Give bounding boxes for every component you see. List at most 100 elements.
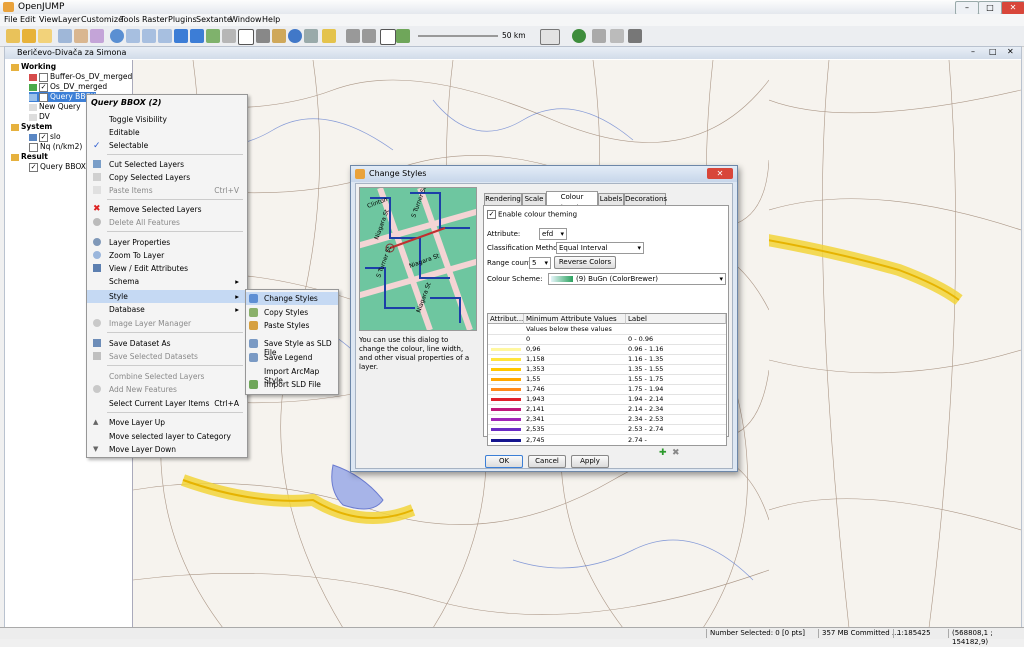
task-minimize-button[interactable]: – <box>971 47 975 56</box>
menu-item-image-layer-manager[interactable]: Image Layer Manager <box>87 317 247 330</box>
submenu-item-copy-styles[interactable]: Copy Styles <box>246 306 338 319</box>
select-arrow-icon[interactable] <box>238 29 254 45</box>
class-color-swatch[interactable] <box>491 368 521 371</box>
class-color-swatch[interactable] <box>491 408 521 411</box>
submenu-item-import-sld[interactable]: Import SLD File <box>246 378 338 391</box>
layer-checkbox[interactable]: ✓ <box>39 82 48 92</box>
submenu-item-save-sld[interactable]: Save Style as SLD File <box>246 337 338 357</box>
category-result[interactable]: Result <box>11 152 48 161</box>
table-row[interactable]: 2,141 2.14 - 2.34 <box>488 405 726 415</box>
globe-icon[interactable] <box>110 29 124 43</box>
menu-item-editable[interactable]: Editable <box>87 126 247 139</box>
ruler-icon[interactable] <box>322 29 336 43</box>
tab-colour-theming[interactable]: Colour Theming <box>546 191 598 212</box>
edit-toolbox-icon[interactable] <box>222 29 236 43</box>
zoom-previous-icon[interactable] <box>90 29 104 43</box>
zoom-icon[interactable] <box>58 29 72 43</box>
colour-scheme-dropdown[interactable]: (9) BuGn (ColorBrewer) ▾ <box>548 273 726 285</box>
info-icon[interactable] <box>288 29 302 43</box>
table-row[interactable]: 1,55 1.55 - 1.75 <box>488 375 726 385</box>
arrow-left-icon[interactable] <box>174 29 188 43</box>
menu-raster[interactable]: Raster <box>142 15 168 24</box>
menu-item-zoom-to-layer[interactable]: Zoom To Layer <box>87 249 247 262</box>
unit-dropdown[interactable] <box>540 29 560 45</box>
layer-checkbox[interactable]: ✓ <box>39 132 48 142</box>
class-color-swatch[interactable] <box>491 358 521 361</box>
menu-item-cut-layers[interactable]: Cut Selected Layers <box>87 158 247 171</box>
menu-file[interactable]: File <box>4 15 17 24</box>
print-icon[interactable] <box>592 29 606 43</box>
layer-checkbox[interactable]: ✓ <box>39 92 48 102</box>
pan-hand-icon[interactable] <box>74 29 88 43</box>
attribute-dropdown[interactable]: efd ▾ <box>539 228 567 240</box>
enable-theming-checkbox[interactable]: ✓ Enable colour theming <box>487 210 577 219</box>
open-folder-icon[interactable] <box>22 29 36 43</box>
map-canvas-right[interactable] <box>769 60 1021 628</box>
reverse-colors-button[interactable]: Reverse Colors <box>554 256 616 269</box>
redo-icon[interactable] <box>362 29 376 43</box>
menu-item-add-new-features[interactable]: Add New Features <box>87 383 247 396</box>
class-color-swatch[interactable] <box>491 418 521 421</box>
layer-item[interactable]: DV <box>29 112 50 121</box>
menu-tools[interactable]: Tools <box>120 15 140 24</box>
class-color-swatch[interactable] <box>491 378 521 381</box>
layer-item[interactable]: Nq (n/km2) <box>29 142 82 152</box>
classification-method-dropdown[interactable]: Equal Interval ▾ <box>556 242 644 254</box>
menu-item-toggle-visibility[interactable]: Toggle Visibility <box>87 113 247 126</box>
menu-item-view-attributes[interactable]: View / Edit Attributes <box>87 262 247 275</box>
menu-layer[interactable]: Layer <box>58 15 80 24</box>
zoom-in-icon[interactable] <box>126 29 140 43</box>
menu-item-delete-features[interactable]: Delete All Features <box>87 216 247 229</box>
menu-item-copy-layers[interactable]: Copy Selected Layers <box>87 171 247 184</box>
category-system[interactable]: System <box>11 122 52 131</box>
arrow-right-icon[interactable] <box>190 29 204 43</box>
submenu-item-import-arcmap[interactable]: Import ArcMap Style <box>246 365 338 385</box>
scale-slider[interactable] <box>418 35 498 37</box>
new-project-icon[interactable] <box>6 29 20 43</box>
menu-item-paste-items[interactable]: Paste Items Ctrl+V <box>87 184 247 197</box>
layer-item[interactable]: ✓ slo <box>29 132 61 142</box>
table-header[interactable]: Attribut... <box>488 314 524 324</box>
menu-item-style[interactable]: Style ▸ <box>87 290 247 303</box>
apply-button[interactable]: Apply <box>571 455 609 468</box>
maximize-button[interactable]: □ <box>978 1 1002 15</box>
save-icon[interactable] <box>38 29 52 43</box>
table-header[interactable]: Minimum Attribute Values <box>524 314 626 324</box>
table-row-below[interactable]: Values below these values <box>488 325 726 335</box>
world-icon[interactable] <box>572 29 586 43</box>
menu-view[interactable]: View <box>39 15 58 24</box>
submenu-item-change-styles[interactable]: Change Styles <box>246 292 338 305</box>
remove-class-icon[interactable]: ✖ <box>672 448 680 458</box>
menu-help[interactable]: Help <box>262 15 280 24</box>
menu-edit[interactable]: Edit <box>20 15 36 24</box>
class-color-swatch[interactable] <box>491 388 521 391</box>
task-close-button[interactable]: ✕ <box>1007 47 1014 56</box>
box-icon[interactable] <box>272 29 286 43</box>
table-header[interactable]: Label <box>626 314 726 324</box>
cancel-button[interactable]: Cancel <box>528 455 566 468</box>
class-color-swatch[interactable] <box>491 398 521 401</box>
menu-item-move-layer-up[interactable]: ▲ Move Layer Up <box>87 416 247 429</box>
table-row[interactable]: 2,341 2.34 - 2.53 <box>488 415 726 425</box>
menu-item-remove-layers[interactable]: ✖ Remove Selected Layers <box>87 203 247 216</box>
table-row[interactable]: 2,535 2.53 - 2.74 <box>488 425 726 435</box>
menu-item-move-layer-down[interactable]: ▼ Move Layer Down <box>87 443 247 456</box>
refresh-icon[interactable] <box>206 29 220 43</box>
minimize-button[interactable]: – <box>955 1 979 15</box>
menu-item-save-dataset-as[interactable]: Save Dataset As <box>87 337 247 350</box>
submenu-item-paste-styles[interactable]: Paste Styles <box>246 319 338 332</box>
compass-icon[interactable] <box>628 29 642 43</box>
zoom-extent-icon[interactable] <box>158 29 172 43</box>
table-row[interactable]: 1,158 1.16 - 1.35 <box>488 355 726 365</box>
class-color-swatch[interactable] <box>491 428 521 431</box>
add-class-icon[interactable]: ✚ <box>659 448 667 458</box>
menu-window[interactable]: Window <box>230 15 262 24</box>
table-row[interactable]: 00 - 0.96 <box>488 335 726 345</box>
menu-item-move-to-category[interactable]: Move selected layer to Category <box>87 430 247 443</box>
category-working[interactable]: Working <box>11 62 56 71</box>
menu-customize[interactable]: Customize <box>81 15 123 24</box>
zoom-out-icon[interactable] <box>142 29 156 43</box>
range-count-dropdown[interactable]: 5 ▾ <box>529 257 551 269</box>
table-row[interactable]: 1,353 1.35 - 1.55 <box>488 365 726 375</box>
close-button[interactable]: ✕ <box>1001 1 1024 15</box>
